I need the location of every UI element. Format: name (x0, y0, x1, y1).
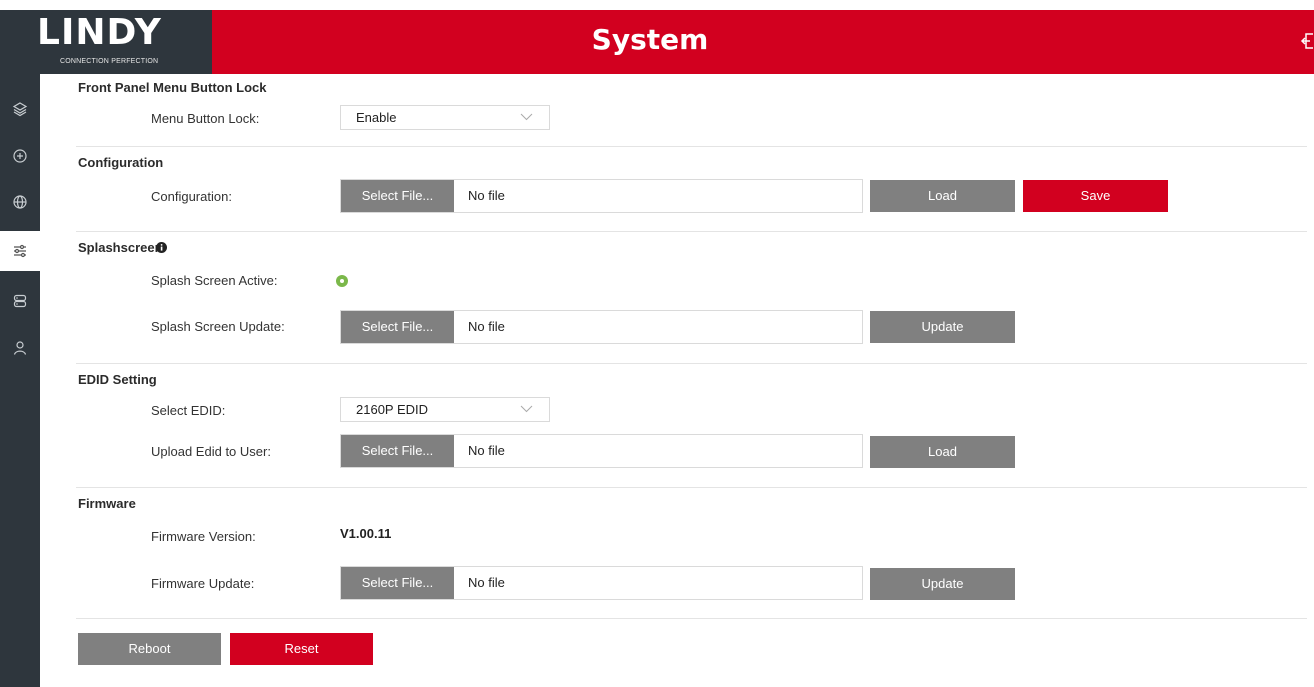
info-icon[interactable] (156, 242, 167, 253)
divider (76, 231, 1307, 232)
firmware-update-label: Firmware Update: (151, 576, 255, 591)
logout-icon[interactable] (1300, 32, 1314, 50)
upload-edid-label: Upload Edid to User: (151, 444, 271, 459)
configuration-file-input: Select File... No file (340, 179, 863, 213)
divider (76, 487, 1307, 488)
sidebar-item-user[interactable] (0, 328, 40, 368)
edid-setting-title: EDID Setting (78, 372, 157, 387)
firmware-file-input: Select File... No file (340, 566, 863, 600)
configuration-file-name: No file (468, 188, 505, 203)
configuration-select-file-button[interactable]: Select File... (341, 180, 454, 212)
sidebar-item-target[interactable] (0, 136, 40, 176)
reset-button[interactable]: Reset (230, 633, 373, 665)
chevron-down-icon (520, 405, 533, 413)
globe-icon (13, 195, 27, 209)
main-content: Front Panel Menu Button Lock Menu Button… (64, 74, 1314, 687)
logo-text: LINDY (37, 12, 162, 53)
edid-load-button[interactable]: Load (870, 436, 1015, 468)
splash-screen-update-label: Splash Screen Update: (151, 319, 285, 334)
target-icon (13, 149, 27, 163)
select-edid-label: Select EDID: (151, 403, 226, 418)
upload-edid-file-name: No file (468, 443, 505, 458)
configuration-title: Configuration (78, 155, 164, 170)
chevron-down-icon (520, 113, 533, 121)
firmware-version-value: V1.00.11 (340, 526, 392, 541)
logo-tagline: CONNECTION PERFECTION (60, 58, 159, 65)
sidebar-item-layers[interactable] (0, 89, 40, 129)
page-title: System (591, 23, 709, 56)
configuration-label: Configuration: (151, 189, 232, 204)
divider (76, 618, 1307, 619)
sliders-icon (14, 244, 26, 258)
logo: LINDY CONNECTION PERFECTION (0, 10, 212, 74)
sidebar-item-system[interactable] (0, 231, 40, 271)
header-bar: LINDY CONNECTION PERFECTION System (0, 10, 1314, 74)
upload-edid-select-file-button[interactable]: Select File... (341, 435, 454, 467)
splashscreen-title: Splashscreen (78, 240, 163, 255)
splash-screen-active-radio[interactable] (336, 275, 348, 287)
front-panel-title: Front Panel Menu Button Lock (78, 80, 267, 95)
select-edid-value: 2160P EDID (356, 402, 429, 417)
menu-button-lock-value: Enable (356, 110, 397, 125)
firmware-version-label: Firmware Version: (151, 529, 256, 544)
select-edid-dropdown[interactable]: 2160P EDID (340, 397, 550, 422)
upload-edid-file-input: Select File... No file (340, 434, 863, 468)
splash-screen-active-label: Splash Screen Active: (151, 273, 278, 288)
sidebar-item-network[interactable] (0, 182, 40, 222)
splash-screen-file-input: Select File... No file (340, 310, 863, 344)
firmware-title: Firmware (78, 496, 136, 511)
sidebar (0, 74, 40, 687)
splash-screen-update-button[interactable]: Update (870, 311, 1015, 343)
top-strip (0, 0, 1314, 10)
firmware-file-name: No file (468, 575, 505, 590)
configuration-load-button[interactable]: Load (870, 180, 1015, 212)
layers-icon (12, 102, 28, 117)
firmware-select-file-button[interactable]: Select File... (341, 567, 454, 599)
firmware-update-button[interactable]: Update (870, 568, 1015, 600)
sidebar-item-server[interactable] (0, 281, 40, 321)
menu-button-lock-label: Menu Button Lock: (151, 111, 260, 126)
reboot-button[interactable]: Reboot (78, 633, 221, 665)
divider (76, 146, 1307, 147)
splash-screen-file-name: No file (468, 319, 505, 334)
splash-screen-select-file-button[interactable]: Select File... (341, 311, 454, 343)
configuration-save-button[interactable]: Save (1023, 180, 1168, 212)
server-icon (13, 294, 27, 308)
user-icon (13, 341, 27, 355)
divider (76, 363, 1307, 364)
menu-button-lock-select[interactable]: Enable (340, 105, 550, 130)
